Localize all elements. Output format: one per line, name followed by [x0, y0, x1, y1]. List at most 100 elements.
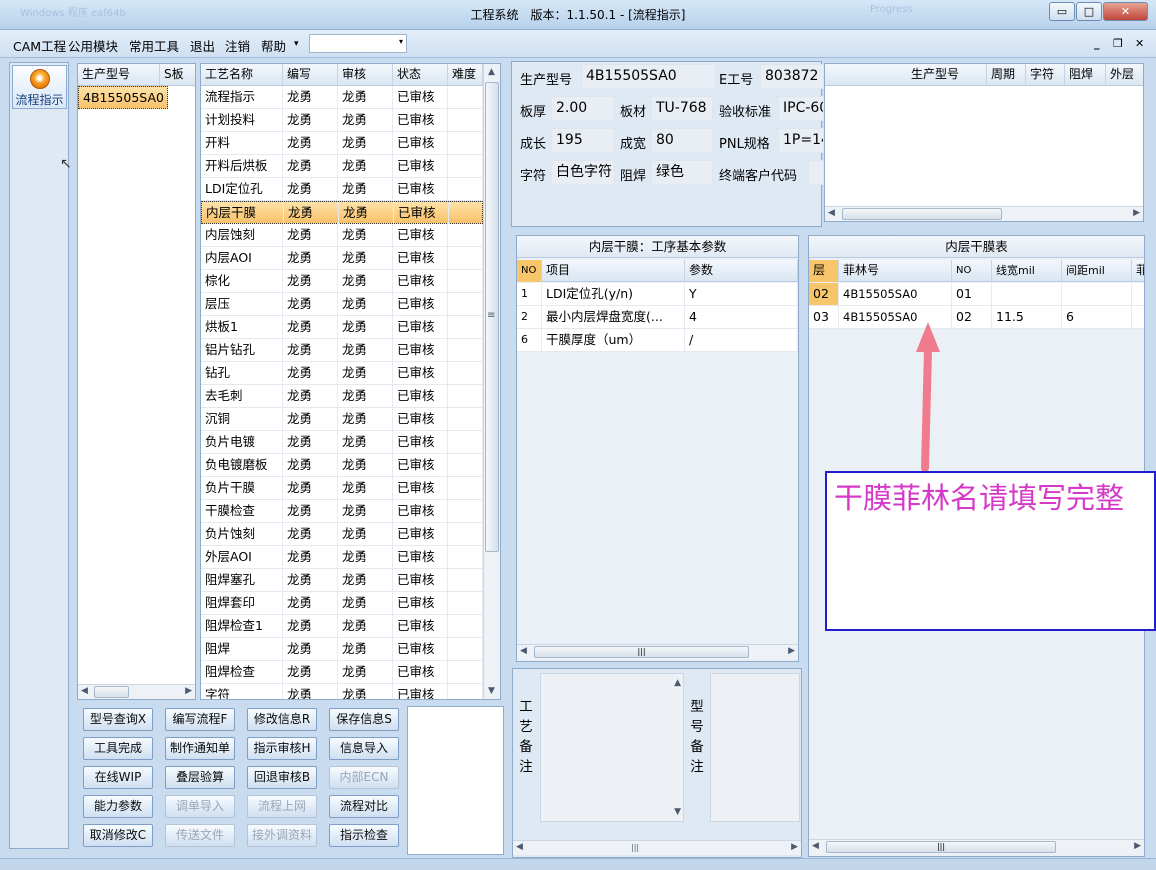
minimize-button[interactable]: ▭	[1049, 2, 1075, 21]
process-row[interactable]: 字符 龙勇 龙勇 已审核	[201, 684, 483, 699]
scroll-right-icon[interactable]: ▶	[1134, 841, 1141, 851]
col-header-no[interactable]: NO	[517, 260, 542, 282]
material-field[interactable]: TU-768	[651, 96, 713, 121]
film-row[interactable]: 02 4B15505SA0 01	[809, 283, 1144, 306]
process-list-vscroll[interactable]: ▲ ≡ ▼	[483, 64, 500, 699]
scroll-right-icon[interactable]: ▶	[1133, 208, 1140, 218]
menu-cam[interactable]: CAM工程	[13, 36, 66, 55]
process-row[interactable]: 去毛刺 龙勇 龙勇 已审核	[201, 385, 483, 408]
process-row[interactable]: 沉铜 龙勇 龙勇 已审核	[201, 408, 483, 431]
process-row[interactable]: 负电镀磨板 龙勇 龙勇 已审核	[201, 454, 483, 477]
col-header-film-more[interactable]: 菲	[1132, 260, 1144, 282]
action-button[interactable]: 在线WIP	[83, 766, 153, 789]
col-header-model[interactable]: 生产型号	[907, 64, 987, 86]
col-header-char[interactable]: 字符	[1026, 64, 1065, 86]
col-header-cycle[interactable]: 周期	[987, 64, 1026, 86]
col-header-film-no[interactable]: 菲林号	[839, 260, 952, 282]
e-no-field[interactable]: 803872	[760, 64, 824, 89]
col-header-reviewer[interactable]: 审核	[338, 64, 393, 86]
product-list-hscroll[interactable]: ◀ ▶	[78, 684, 195, 699]
maximize-button[interactable]: □	[1076, 2, 1102, 21]
col-header-spacing[interactable]: 间距mil	[1062, 260, 1132, 282]
action-button[interactable]: 能力参数	[83, 795, 153, 818]
scroll-down-icon[interactable]: ▼	[674, 807, 681, 817]
model-remark-textarea[interactable]	[710, 673, 800, 822]
scroll-thumb[interactable]	[94, 686, 129, 698]
product-row[interactable]: 4B15505SA0	[78, 86, 168, 109]
process-row[interactable]: 内层AOI 龙勇 龙勇 已审核	[201, 247, 483, 270]
menu-help[interactable]: 帮助	[261, 36, 286, 55]
process-row[interactable]: 干膜检查 龙勇 龙勇 已审核	[201, 500, 483, 523]
mdi-minimize-icon[interactable]: _	[1094, 37, 1100, 50]
process-row[interactable]: 铝片钻孔 龙勇 龙勇 已审核	[201, 339, 483, 362]
scroll-left-icon[interactable]: ◀	[828, 208, 835, 218]
scroll-thumb[interactable]: |||	[826, 841, 1056, 853]
scroll-up-icon[interactable]: ▲	[488, 67, 495, 77]
action-button[interactable]: 指示检查	[329, 824, 399, 847]
action-button[interactable]: 保存信息S	[329, 708, 399, 731]
process-remark-textarea[interactable]: ▲ ▼	[540, 673, 684, 822]
process-row[interactable]: 开料 龙勇 龙勇 已审核	[201, 132, 483, 155]
col-header-s-board[interactable]: S板	[160, 64, 195, 86]
process-row[interactable]: 流程指示 龙勇 龙勇 已审核	[201, 86, 483, 109]
col-header-item[interactable]: 项目	[542, 260, 685, 282]
process-row[interactable]: 内层干膜 龙勇 龙勇 已审核	[201, 201, 484, 224]
scroll-thumb[interactable]: |||	[534, 646, 749, 658]
action-button[interactable]: 调单导入	[165, 795, 235, 818]
process-row[interactable]: 负片电镀 龙勇 龙勇 已审核	[201, 431, 483, 454]
prod-model-field[interactable]: 4B15505SA0	[581, 64, 716, 89]
col-header-layer[interactable]: 层	[809, 260, 839, 282]
scroll-left-icon[interactable]: ◀	[516, 842, 523, 852]
scroll-left-icon[interactable]: ◀	[520, 646, 527, 656]
col-header-no[interactable]: NO	[952, 260, 992, 282]
action-button[interactable]: 制作通知单	[165, 737, 235, 760]
process-row[interactable]: 负片蚀刻 龙勇 龙勇 已审核	[201, 523, 483, 546]
col-header-param[interactable]: 参数	[685, 260, 798, 282]
film-hscroll[interactable]: ◀ ||| ▶	[809, 839, 1144, 854]
action-button[interactable]: 传送文件	[165, 824, 235, 847]
process-row[interactable]: 开料后烘板 龙勇 龙勇 已审核	[201, 155, 483, 178]
length-field[interactable]: 195	[551, 128, 615, 153]
process-row[interactable]: 钻孔 龙勇 龙勇 已审核	[201, 362, 483, 385]
process-row[interactable]: 阻焊塞孔 龙勇 龙勇 已审核	[201, 569, 483, 592]
params-hscroll[interactable]: ◀ ||| ▶	[517, 644, 798, 659]
action-button[interactable]: 型号查询X	[83, 708, 153, 731]
action-button[interactable]: 工具完成	[83, 737, 153, 760]
action-button[interactable]: 回退审核B	[247, 766, 317, 789]
action-button[interactable]: 流程对比	[329, 795, 399, 818]
process-row[interactable]: 烘板1 龙勇 龙勇 已审核	[201, 316, 483, 339]
param-row[interactable]: 6 干膜厚度（um） /	[517, 329, 798, 352]
action-button[interactable]: 取消修改C	[83, 824, 153, 847]
process-row[interactable]: 计划投料 龙勇 龙勇 已审核	[201, 109, 483, 132]
action-button[interactable]: 修改信息R	[247, 708, 317, 731]
scroll-left-icon[interactable]: ◀	[81, 686, 88, 696]
process-row[interactable]: 阻焊套印 龙勇 龙勇 已审核	[201, 592, 483, 615]
col-header-process-name[interactable]: 工艺名称	[201, 64, 283, 86]
scroll-right-icon[interactable]: ▶	[185, 686, 192, 696]
action-button[interactable]: 信息导入	[329, 737, 399, 760]
col-header-outer[interactable]: 外层	[1106, 64, 1143, 86]
history-hscroll[interactable]: ◀ ▶	[825, 206, 1143, 221]
scroll-right-icon[interactable]: ▶	[788, 646, 795, 656]
toolbar-combo[interactable]: ▾	[309, 34, 407, 53]
menu-tools[interactable]: 常用工具	[129, 36, 179, 55]
action-button[interactable]: 编写流程F	[165, 708, 235, 731]
col-header-mask[interactable]: 阻焊	[1065, 64, 1106, 86]
process-row[interactable]: 外层AOI 龙勇 龙勇 已审核	[201, 546, 483, 569]
width-field[interactable]: 80	[651, 128, 713, 153]
scroll-left-icon[interactable]: ◀	[812, 841, 819, 851]
col-header-line-width[interactable]: 线宽mil	[992, 260, 1062, 282]
standard-field[interactable]: IPC-60	[778, 96, 824, 121]
process-row[interactable]: 阻焊检查 龙勇 龙勇 已审核	[201, 661, 483, 684]
mask-field[interactable]: 绿色	[651, 160, 713, 185]
col-header-writer[interactable]: 编写	[283, 64, 338, 86]
menu-exit[interactable]: 退出	[190, 36, 215, 55]
process-row[interactable]: 内层蚀刻 龙勇 龙勇 已审核	[201, 224, 483, 247]
customer-field[interactable]	[808, 160, 824, 185]
process-row[interactable]: 层压 龙勇 龙勇 已审核	[201, 293, 483, 316]
flow-instruction-nav-button[interactable]: ◉ 流程指示	[12, 65, 67, 109]
film-row[interactable]: 03 4B15505SA0 02 11.5 6	[809, 306, 1144, 329]
action-button[interactable]: 内部ECN	[329, 766, 399, 789]
help-dropdown-icon[interactable]: ▾	[294, 39, 299, 49]
param-row[interactable]: 2 最小内层焊盘宽度(... 4	[517, 306, 798, 329]
